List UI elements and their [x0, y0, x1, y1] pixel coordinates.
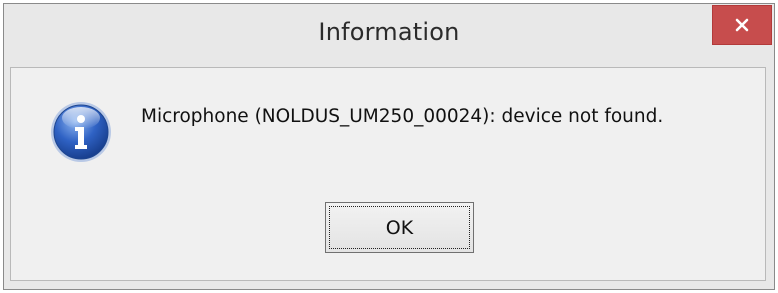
close-icon	[734, 17, 750, 33]
close-button[interactable]	[712, 5, 772, 45]
dialog-message: Microphone (NOLDUS_UM250_00024): device …	[141, 106, 664, 127]
info-icon	[49, 100, 113, 164]
information-dialog: Information Microphone (NOLDUS_UM250_000…	[3, 3, 775, 290]
dialog-titlebar[interactable]: Information	[4, 4, 774, 68]
ok-button-label: OK	[329, 206, 470, 249]
dialog-title: Information	[318, 18, 460, 46]
dialog-content: Microphone (NOLDUS_UM250_00024): device …	[10, 67, 766, 281]
ok-button[interactable]: OK	[325, 202, 474, 253]
